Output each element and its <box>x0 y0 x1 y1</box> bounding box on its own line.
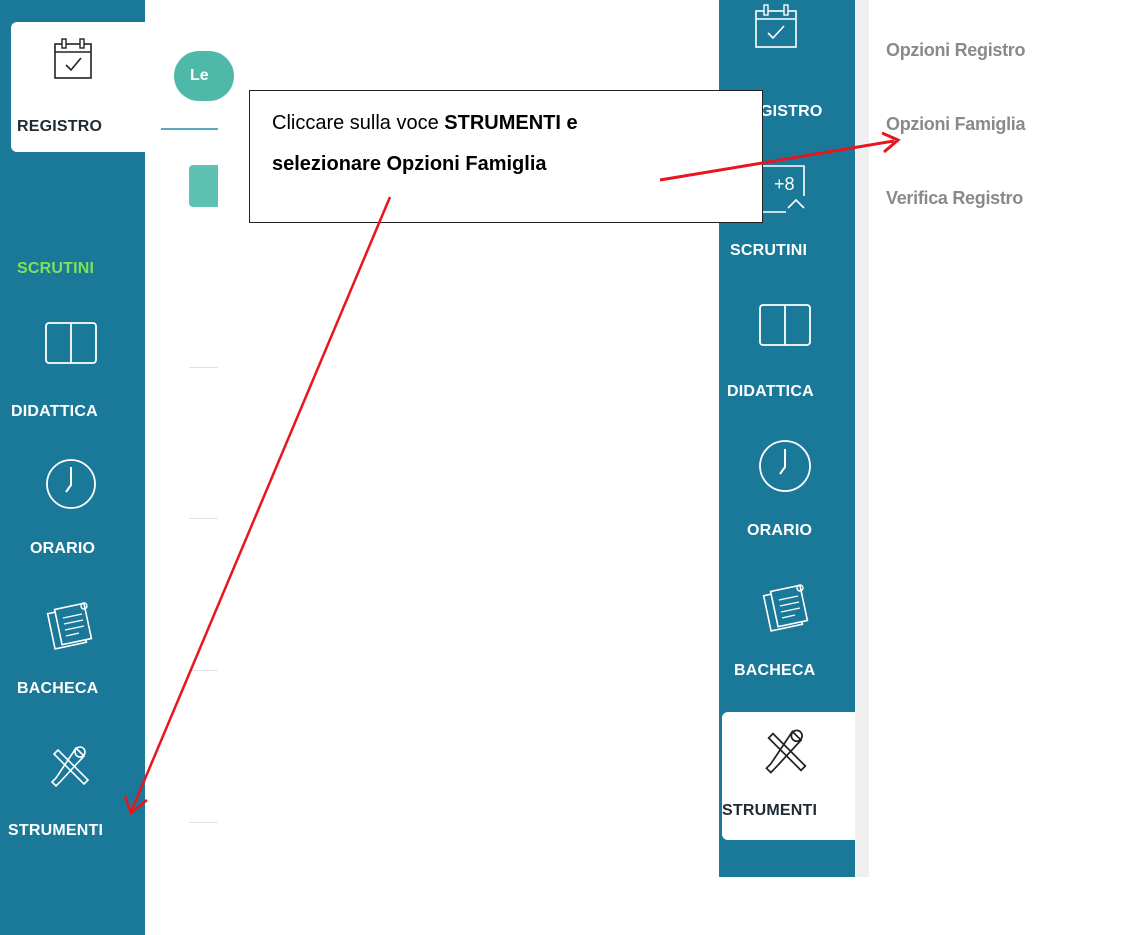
nav-label-didattica[interactable]: DIDATTICA <box>727 383 814 401</box>
callout-bold-text: STRUMENTI e <box>444 112 578 134</box>
tools-icon <box>50 746 90 788</box>
nav-label-bacheca[interactable]: BACHECA <box>734 662 815 680</box>
left-screenshot: Le REGISTRO SCRUTINI DIDATTICA ORARIO BA… <box>0 0 234 935</box>
nav-label-scrutini[interactable]: SCRUTINI <box>17 260 94 278</box>
book-icon <box>759 304 811 346</box>
submenu-verifica-registro[interactable]: Verifica Registro <box>886 188 1023 209</box>
callout-line-1: Cliccare sulla voce STRUMENTI e <box>272 112 578 135</box>
row-divider <box>189 367 218 368</box>
instruction-callout: Cliccare sulla voce STRUMENTI e selezion… <box>249 90 763 223</box>
nav-label-bacheca[interactable]: BACHECA <box>17 680 98 698</box>
right-sidebar-edge <box>855 0 869 877</box>
nav-label-strumenti: STRUMENTI <box>722 802 818 819</box>
arrowhead-right <box>881 131 901 154</box>
notepad-icon <box>762 584 809 632</box>
nav-label-registro: REGISTRO <box>17 118 103 135</box>
submenu-opzioni-registro[interactable]: Opzioni Registro <box>886 40 1026 61</box>
nav-label-didattica[interactable]: DIDATTICA <box>11 403 98 421</box>
left-main-area: Le <box>145 15 234 935</box>
scrutini-badge: +8 <box>774 174 795 194</box>
calendar-check-icon <box>54 38 92 79</box>
callout-text: Cliccare sulla voce <box>272 112 445 134</box>
tab-pill[interactable]: Le <box>174 51 234 101</box>
nav-label-strumenti[interactable]: STRUMENTI <box>8 822 103 840</box>
tools-icon <box>765 729 807 774</box>
row-divider <box>189 670 218 671</box>
notepad-icon <box>46 602 93 650</box>
nav-label-orario[interactable]: ORARIO <box>30 540 95 558</box>
callout-line-2: selezionare Opzioni Famiglia <box>272 153 547 175</box>
nav-label-scrutini[interactable]: SCRUTINI <box>730 242 807 260</box>
row-divider <box>189 822 218 823</box>
clock-icon <box>759 440 811 492</box>
green-header-bar <box>189 165 218 207</box>
nav-label-orario[interactable]: ORARIO <box>747 522 812 540</box>
clock-icon <box>46 459 96 509</box>
submenu-opzioni-famiglia[interactable]: Opzioni Famiglia <box>886 114 1026 135</box>
nav-label-registro-partial[interactable]: GISTRO <box>760 103 823 121</box>
calendar-plus-icon: +8 <box>762 165 805 213</box>
calendar-check-icon <box>755 4 797 48</box>
row-divider <box>189 518 218 519</box>
tab-underline <box>161 128 218 130</box>
book-icon <box>45 322 97 364</box>
